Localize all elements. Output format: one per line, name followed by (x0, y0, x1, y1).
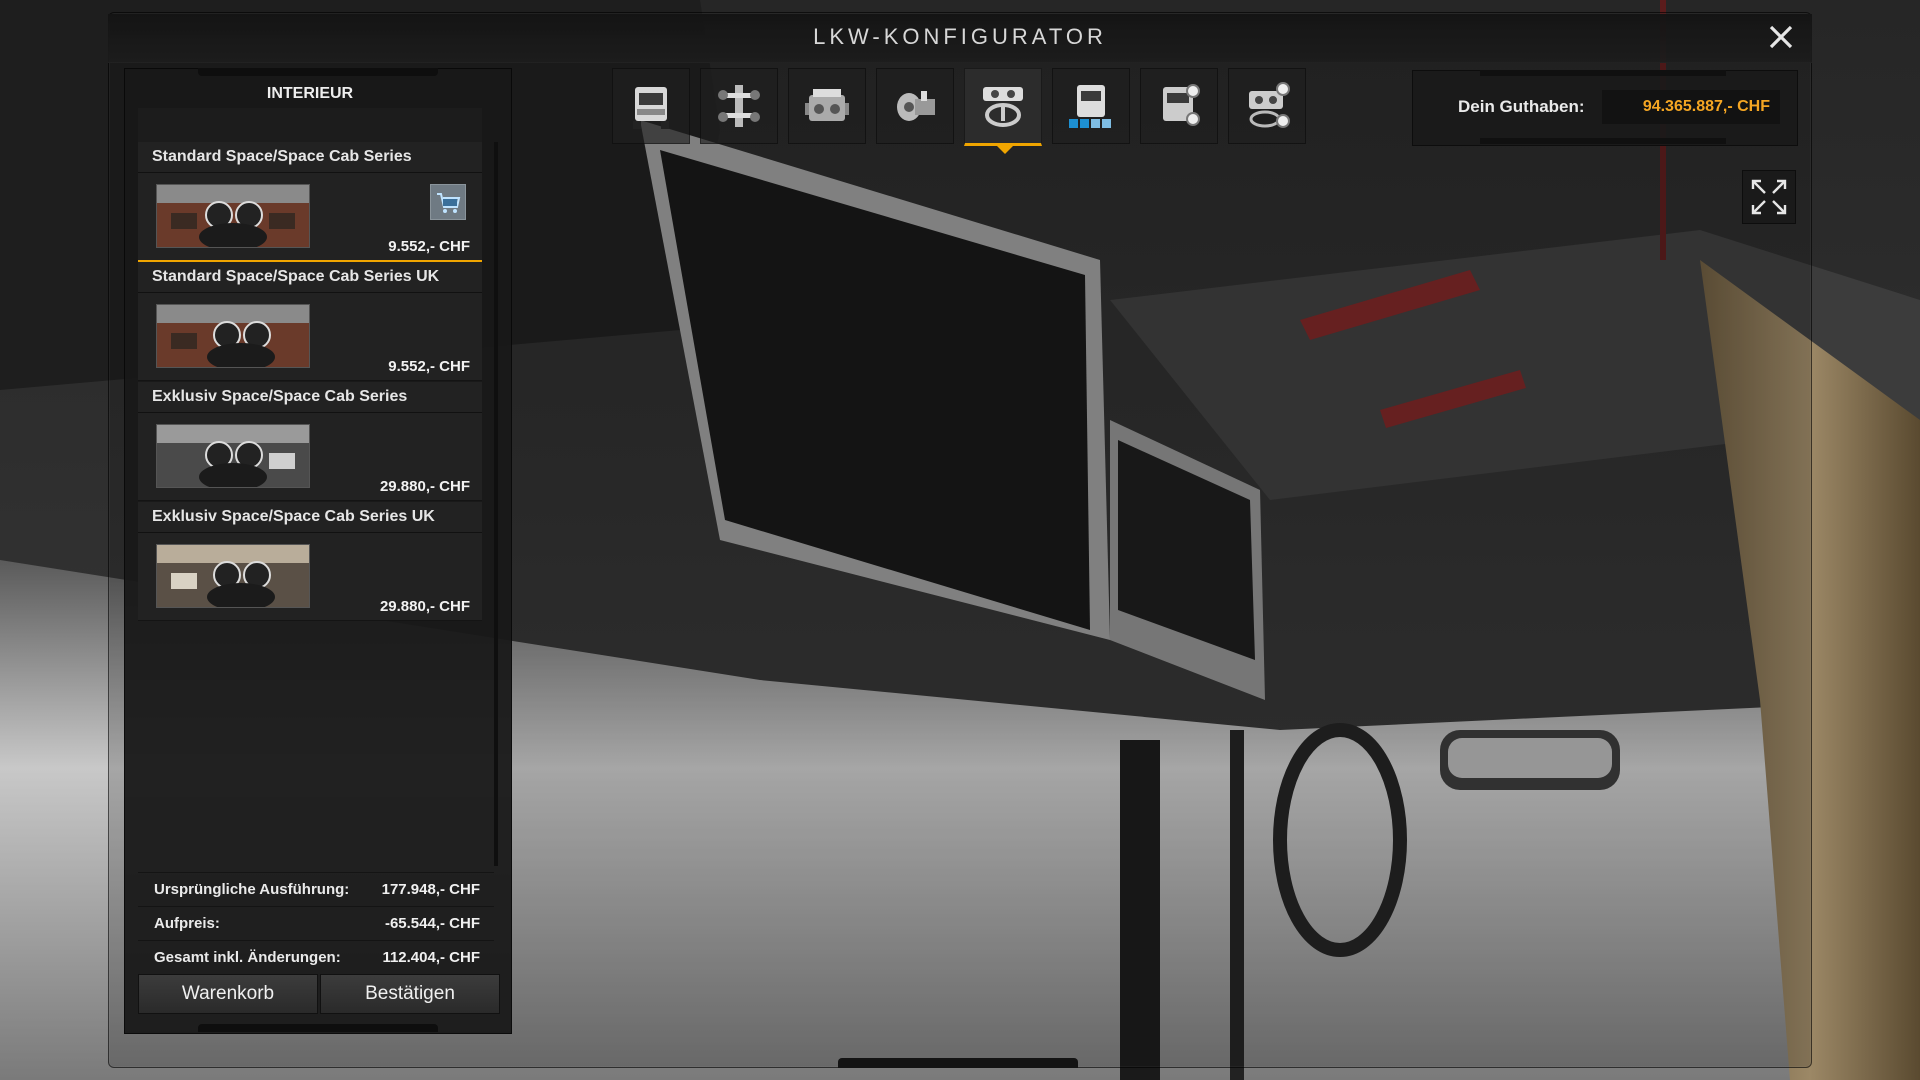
total-row: Gesamt inkl. Änderungen: 112.404,- CHF (138, 940, 494, 974)
price-summary: Ursprüngliche Ausführung: 177.948,- CHF … (138, 872, 494, 974)
list-item[interactable]: Exklusiv Space/Space Cab Series UK 29.88… (138, 502, 482, 621)
item-price: 9.552,- CHF (388, 358, 470, 375)
truck-icon (633, 87, 669, 129)
item-separator (138, 532, 482, 533)
original-price-row: Ursprüngliche Ausführung: 177.948,- CHF (138, 872, 494, 906)
confirm-button[interactable]: Bestätigen (320, 974, 500, 1014)
paint-icon (1163, 84, 1200, 126)
list-scrollbar[interactable] (494, 142, 498, 866)
credit-bottom-handle (1480, 138, 1726, 144)
tab-transmission[interactable] (876, 68, 954, 144)
fullscreen-button[interactable] (1742, 170, 1796, 224)
engine-icon (805, 89, 849, 121)
close-button[interactable] (1766, 24, 1796, 54)
dashboard-thumbnail (156, 184, 310, 248)
credit-top-handle (1480, 70, 1726, 76)
item-separator (138, 172, 482, 173)
list-item[interactable]: Exklusiv Space/Space Cab Series 29.880,-… (138, 382, 482, 501)
in-cart-badge (430, 184, 466, 220)
close-icon (1769, 25, 1793, 49)
tab-accessories[interactable] (1228, 68, 1306, 144)
tab-truck[interactable] (612, 68, 690, 144)
item-separator (138, 412, 482, 413)
tab-paint[interactable] (1140, 68, 1218, 144)
surcharge-row: Aufpreis: -65.544,- CHF (138, 906, 494, 940)
panel-top-handle (198, 68, 438, 76)
list-item[interactable]: Standard Space/Space Cab Series UK 9.552… (138, 262, 482, 381)
cart-icon (437, 193, 461, 213)
tab-engine[interactable] (788, 68, 866, 144)
dashboard-thumbnail (156, 424, 310, 488)
surcharge-label: Aufpreis: (154, 915, 220, 932)
total-value: 112.404,- CHF (382, 949, 480, 966)
window-title: LKW-KONFIGURATOR (813, 24, 1107, 49)
credit-label: Dein Guthaben: (1458, 97, 1585, 116)
dashboard-thumbnail (156, 304, 310, 368)
original-price-value: 177.948,- CHF (381, 881, 480, 898)
total-label: Gesamt inkl. Änderungen: (154, 949, 341, 966)
panel-bottom-handle (198, 1024, 438, 1032)
frame-bottom-handle (838, 1058, 1078, 1068)
item-price: 29.880,- CHF (379, 478, 470, 495)
item-separator (138, 292, 482, 293)
tab-cabin[interactable] (1052, 68, 1130, 144)
tab-interior[interactable] (964, 68, 1042, 146)
category-header-bar (138, 108, 482, 145)
transmission-icon (897, 91, 935, 121)
item-name: Standard Space/Space Cab Series UK (152, 268, 440, 285)
credit-value: 94.365.887,- CHF (1642, 98, 1770, 115)
original-price-label: Ursprüngliche Ausführung: (154, 881, 350, 898)
interior-icon (983, 87, 1023, 127)
item-name: Standard Space/Space Cab Series (152, 148, 412, 165)
cabin-icon (1069, 85, 1111, 128)
item-price: 29.880,- CHF (379, 598, 470, 615)
item-name: Exklusiv Space/Space Cab Series UK (152, 508, 435, 525)
dashboard-thumbnail (156, 544, 310, 608)
item-name: Exklusiv Space/Space Cab Series (152, 388, 408, 405)
accessories-icon (1249, 82, 1290, 128)
category-title: INTERIEUR (266, 85, 354, 102)
tab-chassis[interactable] (700, 68, 778, 144)
chassis-icon (718, 85, 760, 127)
list-item[interactable]: Standard Space/Space Cab Series 9.552,- … (138, 142, 482, 263)
fullscreen-icon (1751, 179, 1787, 215)
item-price: 9.552,- CHF (388, 238, 470, 255)
surcharge-value: -65.544,- CHF (384, 915, 480, 932)
cart-button[interactable]: Warenkorb (138, 974, 318, 1014)
active-tab-indicator (996, 145, 1014, 154)
